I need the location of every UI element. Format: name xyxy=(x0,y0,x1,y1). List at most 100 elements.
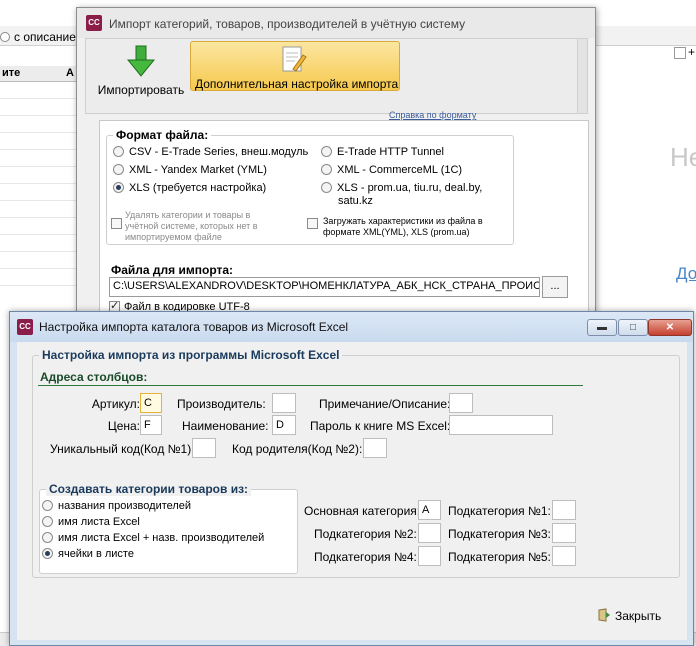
manufacturer-label: Производитель: xyxy=(177,397,266,411)
create-categories-group: Создавать категории товаров из: названия… xyxy=(39,482,298,574)
subcategory-5-field[interactable] xyxy=(552,546,576,566)
price-label: Цена: xyxy=(107,419,140,433)
close-icon: ✕ xyxy=(665,322,675,333)
subcategory-4-field[interactable] xyxy=(418,546,441,566)
ribbon-scroll[interactable] xyxy=(577,39,587,113)
browse-button[interactable]: ... xyxy=(542,276,568,298)
radio-icon xyxy=(42,516,53,527)
import-button[interactable]: Импортировать xyxy=(96,43,186,99)
subcategory-2-label: Подкатегория №2: xyxy=(314,527,417,541)
minimize-icon: ▬ xyxy=(597,322,607,333)
radio-icon xyxy=(321,182,332,193)
file-format-group: Формат файла: CSV - E-Trade Series, внеш… xyxy=(106,128,514,245)
table-row[interactable] xyxy=(0,83,78,99)
close-window-button[interactable]: ✕ xyxy=(648,319,692,336)
radio-commerceml[interactable]: XML - CommerceML (1C) xyxy=(321,164,462,176)
import-dialog-titlebar[interactable]: CC Импорт категорий, товаров, производит… xyxy=(77,8,595,38)
background-radio-with-description[interactable]: с описанием xyxy=(0,30,84,44)
maximize-button[interactable]: □ xyxy=(618,319,648,336)
excel-dialog-title: Настройка импорта каталога товаров из Mi… xyxy=(39,320,349,334)
radio-yml[interactable]: XML - Yandex Market (YML) xyxy=(113,164,267,176)
unique-code-field[interactable] xyxy=(192,438,216,458)
note-field[interactable] xyxy=(449,393,473,413)
minimize-button[interactable]: ▬ xyxy=(587,319,617,336)
name-field[interactable]: D xyxy=(272,415,296,435)
import-dialog: CC Импорт категорий, товаров, производит… xyxy=(76,7,596,313)
import-ribbon: Импортировать Дополнительная настройка и… xyxy=(85,38,588,114)
radio-icon xyxy=(42,532,53,543)
table-row[interactable] xyxy=(0,253,78,269)
radio-sheet-name[interactable]: имя листа Excel xyxy=(42,516,140,528)
background-link-fragment[interactable]: До xyxy=(676,264,696,284)
subcategory-1-field[interactable] xyxy=(552,500,576,520)
radio-icon xyxy=(113,164,124,175)
checkbox-icon xyxy=(307,218,318,229)
table-row[interactable] xyxy=(0,236,78,252)
close-button-label: Закрыть xyxy=(615,609,662,623)
background-plus-label: + xyxy=(688,45,696,59)
subcategory-3-field[interactable] xyxy=(552,523,576,543)
maximize-icon: □ xyxy=(629,322,637,333)
app-icon: CC xyxy=(86,15,102,31)
table-row[interactable] xyxy=(0,202,78,218)
parent-code-field[interactable] xyxy=(363,438,387,458)
create-categories-label: Создавать категории товаров из: xyxy=(46,482,252,496)
manufacturer-field[interactable] xyxy=(272,393,296,413)
table-row[interactable] xyxy=(0,219,78,235)
radio-sheet-cells[interactable]: ячейки в листе xyxy=(42,548,134,560)
columns-section-title: Адреса столбцов: xyxy=(40,370,148,384)
price-field[interactable]: F xyxy=(140,415,162,435)
excel-dialog-titlebar[interactable]: CC Настройка импорта каталога товаров из… xyxy=(10,312,693,342)
radio-xls[interactable]: XLS (требуется настройка) xyxy=(113,182,266,194)
radio-xls-prom[interactable]: XLS - prom.ua, tiu.ru, deal.by, satu.kz xyxy=(321,182,482,208)
subcategory-3-label: Подкатегория №3: xyxy=(448,527,551,541)
table-row[interactable] xyxy=(0,117,78,133)
password-label: Пароль к книге MS Excel: xyxy=(310,419,451,433)
radio-icon xyxy=(0,32,10,42)
note-label: Примечание/Описание: xyxy=(319,397,451,411)
grid-header-cell: А xyxy=(66,67,74,79)
subcategory-4-label: Подкатегория №4: xyxy=(314,550,417,564)
radio-icon xyxy=(42,500,53,511)
import-button-label: Импортировать xyxy=(97,83,185,97)
parent-code-label: Код родителя(Код №2): xyxy=(232,442,363,456)
excel-import-group-label: Настройка импорта из программы Microsoft… xyxy=(39,348,343,362)
excel-import-group: Настройка импорта из программы Microsoft… xyxy=(32,348,680,578)
format-help-link[interactable]: Справка по формату xyxy=(389,110,476,120)
radio-icon xyxy=(321,146,332,157)
unique-code-label: Уникальный код(Код №1): xyxy=(50,442,195,456)
main-category-field[interactable]: A xyxy=(418,500,441,520)
table-row[interactable] xyxy=(0,100,78,116)
close-button[interactable]: Закрыть xyxy=(595,604,675,628)
table-row[interactable] xyxy=(0,168,78,184)
subcategory-1-label: Подкатегория №1: xyxy=(448,504,551,518)
excel-dialog-client: Настройка импорта из программы Microsoft… xyxy=(17,342,687,640)
password-field[interactable] xyxy=(449,415,553,435)
table-row[interactable] xyxy=(0,185,78,201)
extra-settings-button[interactable]: Дополнительная настройка импорта xyxy=(190,41,400,91)
radio-selected-icon xyxy=(113,182,124,193)
radio-manufacturer-names[interactable]: названия производителей xyxy=(42,500,191,512)
background-grid-header: ите А xyxy=(0,66,78,82)
table-row[interactable] xyxy=(0,151,78,167)
radio-selected-icon xyxy=(42,548,53,559)
import-dialog-title: Импорт категорий, товаров, производителе… xyxy=(109,17,466,31)
subcategory-5-label: Подкатегория №5: xyxy=(448,550,551,564)
columns-section-divider xyxy=(38,385,583,386)
radio-icon xyxy=(113,146,124,157)
radio-icon xyxy=(321,164,332,175)
file-path-input[interactable]: C:\USERS\ALEXANDROV\DESKTOP\НОМЕНКЛАТУРА… xyxy=(109,277,540,297)
table-row[interactable] xyxy=(0,270,78,286)
background-heading-fragment: Не xyxy=(670,142,696,172)
article-field[interactable]: C xyxy=(140,393,162,413)
background-checkbox[interactable] xyxy=(674,47,686,59)
checkbox-icon xyxy=(111,218,122,229)
radio-http-tunnel[interactable]: E-Trade HTTP Tunnel xyxy=(321,146,444,158)
subcategory-2-field[interactable] xyxy=(418,523,441,543)
table-row[interactable] xyxy=(0,134,78,150)
import-file-label: Файла для импорта: xyxy=(111,263,234,277)
article-label: Артикул: xyxy=(91,397,140,411)
radio-csv[interactable]: CSV - E-Trade Series, внеш.модуль xyxy=(113,146,308,158)
import-settings-panel: Формат файла: CSV - E-Trade Series, внеш… xyxy=(99,120,589,313)
radio-sheet-name-plus-manufacturer[interactable]: имя листа Excel + назв. производителей xyxy=(42,532,264,544)
